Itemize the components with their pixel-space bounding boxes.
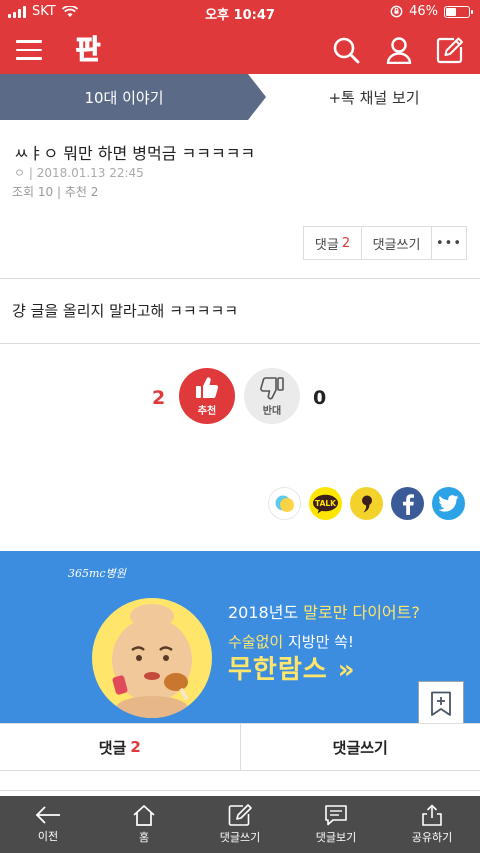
post-meta: ㅇ | 2018.01.13 22:45 — [14, 166, 144, 180]
toolbar-write-comment-label: 댓글쓰기 — [219, 831, 261, 844]
status-bar: SKT 오후 10:47 46% — [0, 0, 480, 24]
share-google-button[interactable] — [268, 487, 301, 520]
share-icon — [422, 804, 442, 826]
user-icon[interactable] — [385, 36, 413, 64]
share-kakaostory-button[interactable] — [350, 487, 383, 520]
post-body: 걍 글을 올리지 말라고해 ㅋㅋㅋㅋㅋ — [12, 302, 239, 320]
comments-count: 2 — [341, 235, 351, 251]
thumbs-down-icon — [260, 377, 284, 400]
toolbar-home-label: 홈 — [138, 831, 150, 844]
upvote-count: 2 — [152, 387, 166, 409]
channel-tabs: 10대 이야기 +톡 채널 보기 — [0, 74, 480, 120]
battery-fill — [446, 7, 457, 16]
app-header: 판 — [0, 24, 480, 74]
orientation-lock-icon — [390, 5, 403, 18]
post-stats: 조회 10 | 추천 2 — [12, 185, 99, 199]
facebook-icon — [402, 493, 414, 515]
share-kakaotalk-button[interactable]: TALK — [309, 487, 342, 520]
tab-talk-channels[interactable]: +톡 채널 보기 — [248, 74, 480, 120]
divider — [0, 343, 480, 344]
ad-product-name: 무한람스 » — [228, 655, 356, 685]
bottom-write-comment-button[interactable]: 댓글쓰기 — [241, 724, 480, 770]
ad-hospital-name: 365mc병원 — [68, 567, 126, 580]
pann-logo[interactable]: 판 — [68, 28, 108, 68]
toolbar-back-label: 이전 — [37, 830, 59, 843]
bookmark-button[interactable] — [418, 681, 464, 727]
ad-headline-a: 2018년도 — [228, 603, 304, 622]
comments-button[interactable]: 댓글 2 — [304, 227, 362, 259]
kakaotalk-label: TALK — [315, 499, 337, 508]
post-title: ㅆㅑㅇ 뭐만 하면 병먹금 ㅋㅋㅋㅋㅋ — [14, 144, 256, 163]
tab-teen-stories[interactable]: 10대 이야기 — [0, 74, 266, 120]
back-arrow-icon — [35, 806, 60, 824]
ad-banner[interactable]: 365mc병원 2018년도 말로만 다이어트? 수술없이 지방만 쏙! 무한람… — [0, 551, 480, 723]
bottom-comments-button[interactable]: 댓글 2 — [0, 724, 241, 770]
home-icon — [133, 805, 155, 826]
post-comment-buttons: 댓글 2 댓글쓰기 ••• — [303, 226, 467, 260]
battery-percent: 46% — [409, 4, 438, 19]
status-right: 46% — [390, 4, 473, 19]
thumbs-up-icon — [196, 377, 219, 399]
menu-icon[interactable] — [16, 40, 42, 60]
toolbar-back-button[interactable]: 이전 — [0, 796, 96, 853]
share-buttons: TALK — [268, 487, 465, 520]
kakaostory-icon — [361, 495, 372, 512]
bottom-comments-label: 댓글 — [98, 738, 127, 757]
ad-illustration — [92, 598, 212, 718]
battery-icon — [444, 5, 473, 18]
bottom-toolbar: 이전 홈 댓글쓰기 댓글보기 공유하기 — [0, 796, 480, 853]
ad-headline-b: 말로만 다이어트? — [303, 603, 420, 622]
toolbar-share-button[interactable]: 공유하기 — [384, 796, 480, 853]
kakaotalk-icon: TALK — [313, 494, 338, 513]
toolbar-home-button[interactable]: 홈 — [96, 796, 192, 853]
toolbar-view-comments-label: 댓글보기 — [315, 831, 357, 844]
bookmark-add-icon — [431, 691, 451, 716]
write-post-icon[interactable] — [436, 36, 464, 64]
ad-headline: 2018년도 말로만 다이어트? — [228, 599, 420, 623]
ad-character-image — [112, 604, 192, 718]
share-twitter-button[interactable] — [432, 487, 465, 520]
write-comment-button[interactable]: 댓글쓰기 — [362, 227, 432, 259]
write-comment-icon — [228, 804, 252, 826]
more-options-button[interactable]: ••• — [432, 227, 466, 259]
toolbar-share-label: 공유하기 — [411, 831, 453, 844]
twitter-icon — [438, 495, 458, 512]
downvote-count: 0 — [313, 387, 327, 409]
upvote-label: 추천 — [197, 406, 217, 417]
comment-bubble-icon — [325, 805, 347, 826]
toolbar-write-comment-button[interactable]: 댓글쓰기 — [192, 796, 288, 853]
downvote-label: 반대 — [262, 406, 282, 417]
search-icon[interactable] — [332, 36, 360, 64]
divider — [0, 790, 480, 791]
comments-bar: 댓글 2 댓글쓰기 — [0, 723, 480, 771]
downvote-button[interactable]: 반대 — [244, 368, 300, 424]
divider — [0, 278, 480, 279]
logo-text: 판 — [76, 35, 101, 66]
toolbar-view-comments-button[interactable]: 댓글보기 — [288, 796, 384, 853]
share-facebook-button[interactable] — [391, 487, 424, 520]
google-bubble-icon — [275, 495, 294, 512]
upvote-button[interactable]: 추천 — [179, 368, 235, 424]
comments-label: 댓글 — [314, 237, 339, 253]
bottom-comments-count: 2 — [130, 738, 141, 756]
